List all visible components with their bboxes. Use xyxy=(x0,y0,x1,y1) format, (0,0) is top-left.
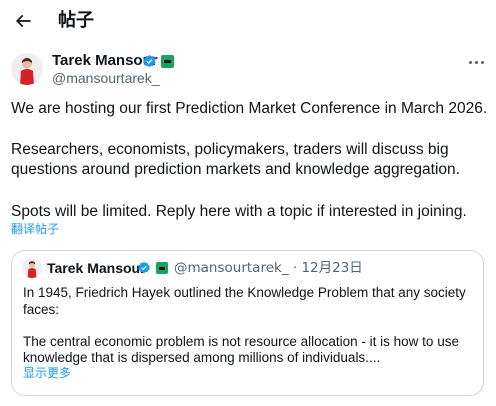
more-options-button[interactable] xyxy=(464,52,488,72)
verified-badge-icon xyxy=(138,261,150,274)
quote-text-line: knowledge that is dispersed among millio… xyxy=(23,350,381,365)
verified-badge-icon xyxy=(143,54,156,68)
quote-author-name[interactable]: Tarek Mansour xyxy=(47,260,146,277)
post-text-line: questions around prediction markets and … xyxy=(11,161,460,178)
page-title: 帖子 xyxy=(58,10,94,31)
arrow-left-icon xyxy=(15,14,31,28)
quote-text-line: The central economic problem is not reso… xyxy=(23,334,459,349)
quote-handle-date[interactable]: @mansourtarek_ · 12月23日 xyxy=(174,260,363,277)
quoted-post-card[interactable]: Tarek Mansour @mansourtarek_ · 12月23日 In… xyxy=(11,250,484,396)
quote-text-line: In 1945, Friedrich Hayek outlined the Kn… xyxy=(23,285,466,300)
author-handle[interactable]: @mansourtarek_ xyxy=(52,70,160,87)
translate-post-link[interactable]: 翻译帖子 xyxy=(11,221,59,237)
quote-avatar[interactable] xyxy=(22,258,42,278)
avatar[interactable] xyxy=(11,53,43,85)
avatar-figure-icon xyxy=(11,53,43,85)
back-button[interactable] xyxy=(8,6,38,36)
affiliate-badge-icon[interactable] xyxy=(156,262,168,274)
show-more-link[interactable]: 显示更多 xyxy=(23,365,71,381)
avatar-figure-icon xyxy=(22,258,42,278)
post-text-paragraph: We are hosting our first Prediction Mark… xyxy=(11,100,488,117)
more-dots-icon xyxy=(468,60,472,64)
affiliate-badge-icon[interactable] xyxy=(161,55,174,68)
post-text-paragraph: Spots will be limited. Reply here with a… xyxy=(11,203,467,220)
quote-text-line: faces: xyxy=(23,302,60,317)
post-text-line: Researchers, economists, policymakers, t… xyxy=(11,141,449,158)
top-bar: 帖子 xyxy=(0,0,496,44)
